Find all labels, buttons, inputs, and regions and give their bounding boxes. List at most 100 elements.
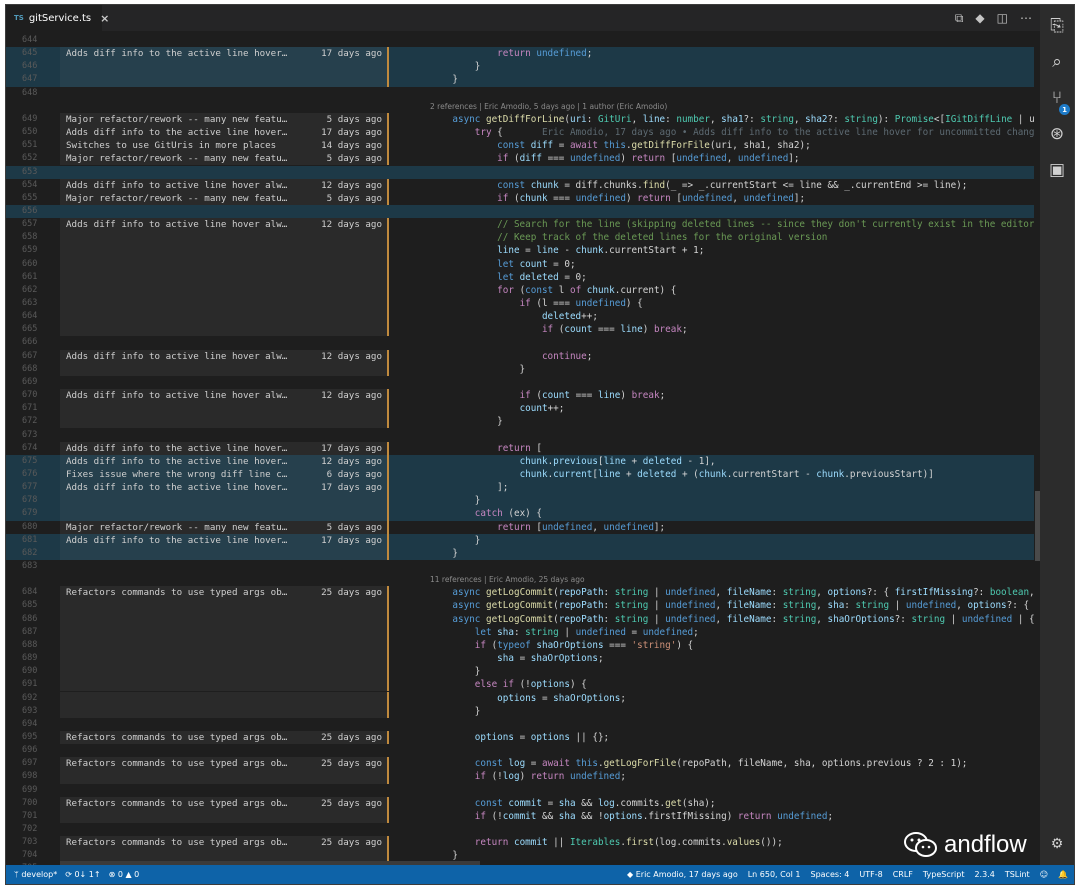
code-line[interactable]: 702 xyxy=(6,823,1042,836)
blame-annotation[interactable] xyxy=(60,244,388,258)
blame-annotation[interactable] xyxy=(60,507,388,521)
code-text[interactable]: async getDiffForLine(uri: GitUri, line: … xyxy=(430,113,1042,126)
code-text[interactable]: } xyxy=(430,363,1042,376)
blame-annotation[interactable] xyxy=(60,612,388,626)
code-text[interactable]: if (count === line) break; xyxy=(430,389,1042,402)
code-line[interactable]: 648 xyxy=(6,87,1042,100)
code-text[interactable]: const commit = sha && log.commits.get(sh… xyxy=(430,797,1042,810)
problems-status[interactable]: ⊗ 0 ▲ 0 xyxy=(109,870,140,879)
blame-annotation[interactable]: Refactors commands to use typed args ob…… xyxy=(60,836,388,850)
code-line[interactable]: 651 Switches to use GitUris in more place… xyxy=(6,139,1042,153)
code-text[interactable]: } xyxy=(430,415,1042,428)
code-line[interactable]: 676 Fixes issue where the wrong diff line… xyxy=(6,467,1042,482)
code-text[interactable]: let sha: string | undefined = undefined; xyxy=(430,626,1042,639)
code-line[interactable]: 657 Adds diff info to active line hover a… xyxy=(6,218,1042,232)
blame-annotation[interactable]: Adds diff info to active line hover alw…… xyxy=(60,349,388,363)
code-line[interactable]: 692 options = shaOrOptions; xyxy=(6,691,1042,705)
code-line[interactable]: 658 // Keep track of the deleted lines f… xyxy=(6,231,1042,245)
code-line[interactable]: 684 Refactors commands to use typed args … xyxy=(6,586,1042,600)
code-text[interactable]: if (count === line) break; xyxy=(430,323,1042,336)
code-text[interactable] xyxy=(430,166,1042,179)
code-text[interactable]: if (diff === undefined) return [undefine… xyxy=(430,152,1042,165)
code-text[interactable]: const chunk = diff.chunks.find(_ => _.cu… xyxy=(430,179,1042,192)
blame-annotation[interactable] xyxy=(60,652,388,666)
code-text[interactable] xyxy=(430,87,1042,100)
blame-annotation[interactable] xyxy=(60,546,388,560)
code-line[interactable]: 653 xyxy=(6,165,1042,179)
code-line[interactable]: 645 Adds diff info to the active line hov… xyxy=(6,47,1042,61)
code-line[interactable]: 672 } xyxy=(6,415,1042,429)
code-text[interactable]: if (!log) return undefined; xyxy=(430,770,1042,783)
code-line[interactable]: 682 } xyxy=(6,546,1042,560)
code-line[interactable]: 698 if (!log) return undefined; xyxy=(6,770,1042,784)
blame-annotation[interactable] xyxy=(60,691,388,705)
code-line[interactable]: 646 } xyxy=(6,60,1042,74)
blame-annotation[interactable] xyxy=(60,283,388,297)
code-line[interactable]: 667 Adds diff info to active line hover a… xyxy=(6,349,1042,363)
blame-annotation[interactable] xyxy=(60,323,388,337)
code-line[interactable]: 670 Adds diff info to active line hover a… xyxy=(6,389,1042,403)
toggle-blame-icon[interactable]: ◆ xyxy=(975,11,984,25)
code-line[interactable]: 665 if (count === line) break; xyxy=(6,323,1042,337)
code-line[interactable]: 652 Major refactor/rework -- many new fea… xyxy=(6,152,1042,166)
blame-annotation[interactable] xyxy=(60,270,388,284)
branch-status[interactable]: ᛘ develop* xyxy=(14,870,57,879)
feedback-smiley-icon[interactable]: ☺ xyxy=(1040,870,1048,879)
code-text[interactable]: options = shaOrOptions; xyxy=(430,692,1042,705)
notifications-bell-icon[interactable]: 🔔 xyxy=(1058,870,1068,879)
blame-annotation[interactable] xyxy=(60,297,388,311)
code-line[interactable]: 677 Adds diff info to the active line hov… xyxy=(6,481,1042,495)
blame-annotation[interactable] xyxy=(60,402,388,416)
code-line[interactable]: 669 xyxy=(6,376,1042,389)
blame-annotation[interactable]: Major refactor/rework -- many new featu…… xyxy=(60,191,388,205)
tab-gitservice[interactable]: TS gitService.ts × xyxy=(6,5,109,31)
language-mode[interactable]: TypeScript xyxy=(923,870,965,879)
code-text[interactable]: count++; xyxy=(430,402,1042,415)
typescript-version[interactable]: 2.3.4 xyxy=(974,870,994,879)
code-text[interactable]: else if (!options) { xyxy=(430,678,1042,691)
code-line[interactable]: 695 Refactors commands to use typed args … xyxy=(6,730,1042,745)
blame-annotation[interactable] xyxy=(60,362,388,376)
code-text[interactable] xyxy=(430,560,1042,573)
code-line[interactable]: 679 catch (ex) { xyxy=(6,507,1042,521)
code-line[interactable]: 685 async getLogCommit(repoPath: string … xyxy=(6,599,1042,613)
code-line[interactable]: 675 Adds diff info to the active line hov… xyxy=(6,454,1042,468)
code-text[interactable]: let deleted = 0; xyxy=(430,271,1042,284)
code-line[interactable]: 688 if (typeof shaOrOptions === 'string'… xyxy=(6,638,1042,653)
blame-annotation[interactable] xyxy=(60,415,388,429)
code-text[interactable]: for (const l of chunk.current) { xyxy=(430,284,1042,297)
blame-annotation[interactable] xyxy=(60,73,388,87)
code-text[interactable]: ]; xyxy=(430,481,1042,494)
code-text[interactable]: chunk.current[line + deleted + (chunk.cu… xyxy=(430,468,1042,481)
code-line[interactable]: 661 let deleted = 0; xyxy=(6,270,1042,284)
blame-annotation[interactable] xyxy=(60,231,388,245)
blame-annotation[interactable] xyxy=(60,770,388,784)
blame-annotation[interactable] xyxy=(60,60,388,74)
code-text[interactable]: } xyxy=(430,60,1042,73)
open-changes-icon[interactable]: ⧉ xyxy=(955,11,964,26)
code-text[interactable]: chunk.previous[line + deleted - 1], xyxy=(430,455,1042,468)
eol-status[interactable]: CRLF xyxy=(893,870,913,879)
code-line[interactable]: 687 let sha: string | undefined = undefi… xyxy=(6,625,1042,639)
code-editor[interactable]: 644 645 Adds diff info to the active line … xyxy=(6,31,1042,867)
code-line[interactable]: 663 if (l === undefined) { xyxy=(6,297,1042,311)
code-line[interactable]: 662 for (const l of chunk.current) { xyxy=(6,283,1042,297)
code-line[interactable]: 696 xyxy=(6,744,1042,757)
extensions-icon[interactable]: ▣ xyxy=(1040,155,1074,185)
code-line[interactable]: 697 Refactors commands to use typed args … xyxy=(6,757,1042,771)
code-text[interactable]: if (chunk === undefined) return [undefin… xyxy=(430,192,1042,205)
blame-annotation[interactable] xyxy=(60,704,388,718)
code-line[interactable]: 656 xyxy=(6,204,1042,219)
blame-annotation[interactable]: Refactors commands to use typed args ob…… xyxy=(60,796,388,810)
code-line[interactable]: 668 } xyxy=(6,362,1042,376)
code-text[interactable]: if (typeof shaOrOptions === 'string') { xyxy=(430,639,1042,652)
blame-annotation[interactable]: Major refactor/rework -- many new featu…… xyxy=(60,520,388,534)
blame-annotation[interactable]: Adds diff info to the active line hover…… xyxy=(60,47,388,61)
code-line[interactable]: 681 Adds diff info to the active line hov… xyxy=(6,533,1042,547)
code-line[interactable]: 674 Adds diff info to the active line hov… xyxy=(6,441,1042,455)
code-line[interactable]: 654 Adds diff info to active line hover a… xyxy=(6,178,1042,192)
blame-annotation[interactable]: Major refactor/rework -- many new featu…… xyxy=(60,152,388,166)
code-line[interactable]: 673 xyxy=(6,429,1042,442)
code-line[interactable]: 689 sha = shaOrOptions; xyxy=(6,652,1042,666)
blame-annotation[interactable]: Adds diff info to active line hover alw…… xyxy=(60,218,388,232)
